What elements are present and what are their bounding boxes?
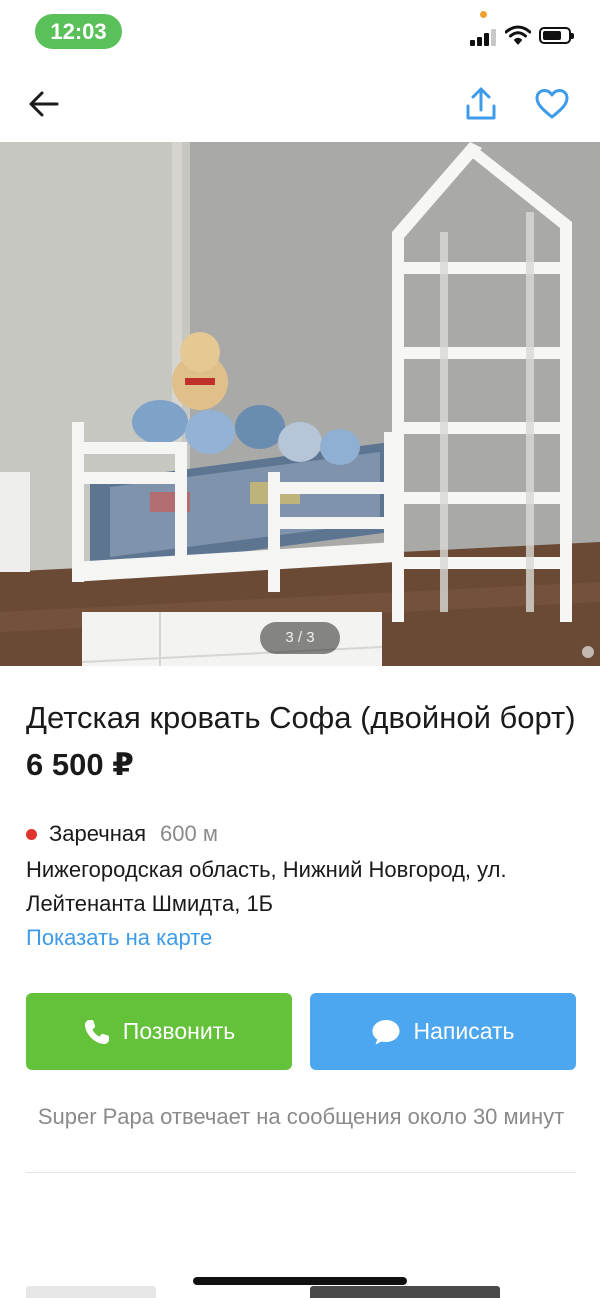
arrow-left-icon [29,91,59,117]
battery-level-fill [543,31,561,40]
cellular-signal-icon [470,29,498,46]
listing-content: Детская кровать Софа (двойной борт) 6 50… [26,666,576,1173]
call-button[interactable]: Позвонить [26,993,292,1070]
wifi-icon [504,25,532,45]
listing-price: 6 500 ₽ [26,747,134,782]
share-button[interactable] [459,82,503,126]
call-button-label: Позвонить [122,1018,236,1044]
message-button-label: Написать [413,1018,515,1044]
next-section-peek-left [26,1286,156,1298]
seller-response-note: Super Papa отвечает на сообщения около 3… [37,1104,565,1129]
back-button[interactable] [22,82,66,126]
privacy-indicator-dot [480,11,487,18]
metro-distance: 600 м [160,821,218,846]
favorite-button[interactable] [530,82,574,126]
listing-title: Детская кровать Софа (двойной борт) [26,700,576,735]
phone-icon [83,1018,111,1046]
share-upload-icon [466,87,496,120]
show-on-map-link[interactable]: Показать на карте [26,921,576,955]
listing-photo [0,142,600,666]
metro-station-name: Заречная [49,821,147,846]
status-bar: 12:03 [0,0,600,64]
photo-counter: 3 / 3 [260,622,340,654]
message-button[interactable]: Написать [310,993,576,1070]
next-section-peek-right [310,1286,500,1298]
heart-outline-icon [535,89,569,119]
chat-bubble-icon [371,1018,401,1046]
metro-line-dot [26,828,37,840]
metro-station: Заречная 600 м [26,819,576,849]
address: Нижегородская область, Нижний Новгород, … [26,857,507,916]
section-divider [26,1172,576,1173]
home-indicator[interactable] [193,1277,407,1285]
status-time: 12:03 [35,14,122,49]
contact-actions: Позвонить Написать [26,993,576,1070]
nav-bar [0,64,600,142]
battery-icon [539,27,574,44]
photo-gallery[interactable]: 3 / 3 [0,142,600,666]
